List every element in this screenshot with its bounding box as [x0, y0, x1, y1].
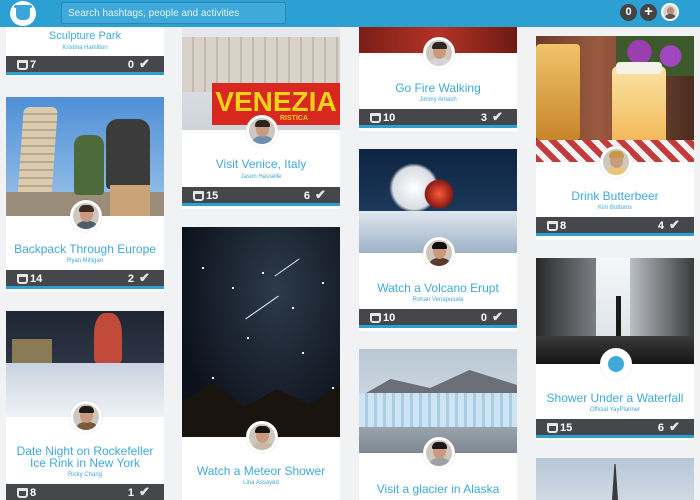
check-icon[interactable]: ✔ — [139, 57, 153, 71]
check-icon[interactable]: ✔ — [139, 485, 153, 499]
bucket-count: 8 — [560, 220, 567, 232]
activity-author[interactable]: Lina Assayed — [182, 480, 340, 486]
activity-title[interactable]: Watch a Meteor Shower — [182, 465, 340, 478]
activity-card[interactable]: Drink Butterbeer Kim Bottoms 8 4 ✔ — [536, 36, 694, 240]
author-avatar[interactable] — [70, 200, 102, 232]
author-avatar[interactable] — [423, 237, 455, 269]
activity-author[interactable]: Ryan Milligan — [6, 258, 164, 264]
completed-count: 2 — [127, 273, 134, 285]
activity-image[interactable] — [536, 36, 694, 162]
check-icon[interactable]: ✔ — [492, 310, 506, 324]
activity-card[interactable]: Watch a Volcano Erupt Rohan Venapusala 1… — [359, 149, 517, 331]
activity-title[interactable]: Backpack Through Europe — [6, 243, 164, 256]
bucket-count: 15 — [206, 190, 219, 202]
activity-author[interactable]: Kristina Hamilton — [6, 45, 164, 51]
activity-author[interactable]: Jason Hasselle — [182, 174, 340, 180]
activity-author[interactable]: Official YayPlanner — [536, 407, 694, 413]
activity-card[interactable] — [536, 458, 694, 500]
activity-stats-bar: 10 3 ✔ — [359, 109, 517, 128]
bucket-icon[interactable] — [370, 313, 381, 323]
activity-title[interactable]: Shower Under a Waterfall — [536, 392, 694, 405]
author-avatar[interactable] — [246, 421, 278, 453]
activity-card[interactable]: Backpack Through Europe Ryan Milligan 14… — [6, 97, 164, 292]
user-profile-avatar[interactable] — [661, 3, 679, 21]
activity-title[interactable]: Go Fire Walking — [359, 82, 517, 95]
author-avatar[interactable] — [70, 401, 102, 433]
activity-card[interactable]: Visit a glacier in Alaska — [359, 349, 517, 500]
check-icon[interactable]: ✔ — [669, 420, 683, 434]
activity-stats-bar: 15 6 ✔ — [182, 187, 340, 206]
activity-stats-bar: 8 1 ✔ — [6, 484, 164, 500]
top-navigation-bar: 0 + — [0, 0, 700, 27]
activity-image[interactable] — [536, 458, 694, 500]
check-icon[interactable]: ✔ — [492, 110, 506, 124]
activity-author[interactable]: Jimmy Amash — [359, 97, 517, 103]
activity-card[interactable]: Watch a Meteor Shower Lina Assayed — [182, 227, 340, 500]
check-icon[interactable]: ✔ — [139, 271, 153, 285]
sign-subtext: RISTICA — [280, 115, 308, 122]
activity-title[interactable]: Sculpture Park — [6, 30, 164, 43]
author-avatar[interactable] — [423, 37, 455, 69]
completed-count: 6 — [303, 190, 310, 202]
completed-count: 3 — [480, 112, 487, 124]
bucket-icon[interactable] — [547, 221, 558, 231]
bucket-count: 10 — [383, 112, 396, 124]
activity-title[interactable]: Visit Venice, Italy — [182, 158, 340, 171]
activity-card[interactable]: Shower Under a Waterfall Official YayPla… — [536, 258, 694, 440]
activity-title[interactable]: Drink Butterbeer — [536, 190, 694, 203]
completed-count: 0 — [127, 59, 134, 71]
activity-author[interactable]: Rohan Venapusala — [359, 297, 517, 303]
activity-title[interactable]: Watch a Volcano Erupt — [359, 282, 517, 295]
completed-count: 1 — [127, 487, 134, 499]
author-avatar[interactable] — [600, 146, 632, 178]
add-activity-button[interactable]: + — [640, 4, 657, 21]
activity-card[interactable]: Sculpture Park Kristina Hamilton 7 0 ✔ — [6, 27, 164, 77]
bucket-icon[interactable] — [370, 113, 381, 123]
completed-count: 4 — [657, 220, 664, 232]
activity-stats-bar: 10 0 ✔ — [359, 309, 517, 328]
bucket-count: 7 — [30, 59, 37, 71]
activity-title[interactable]: Ice Rink in New York — [6, 457, 164, 470]
venezia-sign-text: VENEZIA — [215, 86, 337, 117]
bucket-icon[interactable] — [193, 191, 204, 201]
activity-card[interactable]: Date Night on Rockefeller Ice Rink in Ne… — [6, 311, 164, 500]
bucket-logo-icon[interactable] — [10, 1, 36, 26]
activity-stats-bar: 8 4 ✔ — [536, 217, 694, 236]
bucket-icon[interactable] — [17, 60, 28, 70]
bucket-count: 14 — [30, 273, 43, 285]
bucket-count: 10 — [383, 312, 396, 324]
author-avatar[interactable] — [246, 115, 278, 147]
activity-card[interactable]: VENEZIA RISTICA Visit Venice, Italy Jaso… — [182, 27, 340, 209]
author-avatar[interactable] — [600, 348, 632, 380]
activity-title[interactable]: Visit a glacier in Alaska — [359, 483, 517, 496]
activity-stats-bar: 15 6 ✔ — [536, 419, 694, 438]
bucket-icon[interactable] — [17, 274, 28, 284]
check-icon[interactable]: ✔ — [315, 188, 329, 202]
bucket-count: 8 — [30, 487, 37, 499]
bucket-icon[interactable] — [17, 488, 28, 498]
completed-count: 6 — [657, 422, 664, 434]
activity-stats-bar: 7 0 ✔ — [6, 56, 164, 75]
notification-count-badge[interactable]: 0 — [620, 4, 637, 21]
activity-author[interactable]: Ricky Chang — [6, 472, 164, 478]
completed-count: 0 — [480, 312, 487, 324]
activity-image[interactable] — [182, 227, 340, 437]
bucket-icon[interactable] — [547, 423, 558, 433]
check-icon[interactable]: ✔ — [669, 218, 683, 232]
activity-card[interactable]: Go Fire Walking Jimmy Amash 10 3 ✔ — [359, 27, 517, 131]
author-avatar[interactable] — [423, 437, 455, 469]
search-input[interactable] — [61, 2, 286, 24]
bucket-count: 15 — [560, 422, 573, 434]
activity-image[interactable] — [6, 97, 164, 216]
activity-author[interactable]: Kim Bottoms — [536, 205, 694, 211]
activity-stats-bar: 14 2 ✔ — [6, 270, 164, 289]
